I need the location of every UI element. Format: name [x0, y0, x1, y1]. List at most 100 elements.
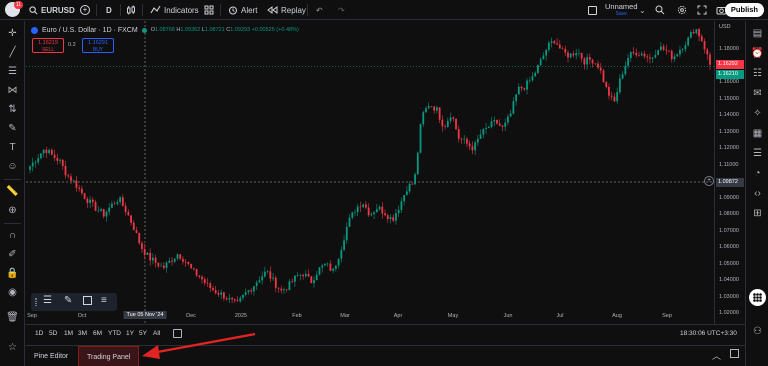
candle-body [285, 289, 288, 291]
settings-button[interactable] [677, 3, 687, 17]
candle-body [277, 287, 280, 289]
candle-body [520, 86, 523, 89]
fib-button[interactable]: ≡ [101, 295, 107, 306]
candle-body [466, 138, 468, 144]
candle-body [370, 214, 373, 216]
magnet-tool[interactable]: ∩ [5, 229, 20, 243]
timeframe-button[interactable]: 1M [64, 330, 73, 337]
candle-body [411, 183, 414, 185]
candle-body [386, 215, 389, 220]
candle-body [507, 116, 509, 123]
publish-button[interactable]: Publish [724, 3, 764, 17]
candle-body [198, 275, 201, 277]
candle-body [542, 55, 545, 60]
candle-body [214, 290, 217, 294]
quick-search-button[interactable] [655, 3, 665, 17]
candle-body [228, 297, 231, 300]
alerts-panel-button[interactable]: ⏰ [750, 47, 765, 61]
sell-button[interactable]: 1.16219 SELL [32, 38, 64, 53]
crosshair-tool[interactable]: ✛ [5, 27, 20, 41]
candle-body [244, 292, 247, 295]
panel-maximize-button[interactable] [730, 349, 739, 358]
candle-body [143, 249, 146, 256]
drag-handle[interactable] [35, 298, 37, 306]
ideas-button[interactable]: ✧ [750, 107, 765, 121]
pattern-tool[interactable]: ⋈ [5, 84, 20, 98]
tab-pine-editor[interactable]: Pine Editor [26, 346, 76, 366]
candle-body [255, 282, 258, 287]
candle-body [64, 165, 67, 176]
rectangle-button[interactable] [83, 296, 92, 308]
candle-body [537, 65, 539, 73]
undo-button[interactable]: ↶ [316, 3, 323, 17]
panel-expand-button[interactable]: ︿ [712, 349, 721, 362]
indicators-icon [150, 5, 161, 14]
timeframe-button[interactable]: 1D [35, 330, 43, 337]
fib-tool[interactable]: ☰ [5, 65, 20, 79]
screener-button[interactable]: ⊞ [750, 207, 765, 221]
timeframe-button[interactable]: 6M [93, 330, 102, 337]
help-button[interactable]: ⚇ [750, 325, 765, 339]
line-tool-button[interactable]: ☰ [43, 295, 52, 306]
timeframe-button[interactable]: 5D [49, 330, 57, 337]
tab-trading-panel[interactable]: Trading Panel [78, 346, 140, 366]
fullscreen-button[interactable] [697, 3, 707, 17]
measure-tool[interactable]: 📏 [5, 185, 20, 199]
timeframe-button[interactable]: 1Y [126, 330, 134, 337]
replay-button[interactable]: Replay [267, 3, 306, 17]
zoom-in-tool[interactable]: ⊕ [5, 204, 20, 218]
candle-body [624, 65, 627, 75]
stay-in-drawing-mode-tool[interactable]: ✐ [5, 248, 20, 262]
price-chart[interactable] [26, 21, 714, 324]
add-alert-plus-icon[interactable]: + [704, 176, 714, 186]
indicators-button[interactable]: Indicators [150, 3, 199, 17]
layout-name-button[interactable]: Unnamed Save [605, 2, 638, 17]
object-tree-button[interactable]: ☷ [750, 67, 765, 81]
search-icon [655, 5, 665, 15]
brush-button[interactable]: ✎ [64, 295, 72, 306]
gear-icon [677, 5, 687, 15]
compare-symbol-button[interactable]: + [80, 3, 90, 17]
candle-body [94, 202, 97, 211]
interval-button[interactable]: D [106, 3, 112, 17]
favorites-tool[interactable]: ☆ [5, 341, 20, 355]
layout-toggle-button[interactable] [588, 3, 597, 17]
candle-body [515, 94, 518, 102]
chart-type-button[interactable] [126, 3, 136, 17]
text-tool[interactable]: T [5, 141, 20, 155]
timeframe-button[interactable]: YTD [108, 330, 121, 337]
candle-body [487, 126, 490, 128]
trend-line-tool[interactable]: ╱ [5, 46, 20, 60]
templates-button[interactable] [204, 3, 214, 17]
symbol-search-button[interactable]: EURUSD [29, 3, 75, 17]
icon-tool[interactable]: ☺ [5, 160, 20, 174]
lock-drawings-tool[interactable]: 🔒 [5, 267, 20, 281]
price-tick-label: 1.16000 [719, 79, 739, 85]
watchlist-button[interactable]: ▤ [750, 27, 765, 41]
products-button[interactable] [749, 289, 766, 306]
calendar-panel-button[interactable]: ▦ [750, 127, 765, 141]
chats-button[interactable]: ✉ [750, 87, 765, 101]
timeframe-button[interactable]: 3M [78, 330, 87, 337]
clock-timezone[interactable]: 18:30:06 UTC+3:30 [680, 330, 737, 337]
alert-button[interactable]: Alert [228, 3, 257, 17]
buy-button[interactable]: 1.16291 BUY [82, 38, 114, 53]
price-tick-label: 1.11000 [719, 161, 739, 168]
redo-button[interactable]: ↷ [338, 3, 345, 17]
price-axis[interactable]: USD 1.180001.170001.160001.150001.140001… [714, 21, 744, 324]
news-button[interactable]: ☰ [750, 147, 765, 161]
candle-body [313, 280, 315, 284]
layout-menu-button[interactable]: ⌄ [639, 3, 646, 17]
notifications-button[interactable]: ◔ [750, 167, 765, 181]
redo-icon: ↷ [338, 5, 345, 15]
projection-tool[interactable]: ⇅ [5, 103, 20, 117]
hide-drawings-tool[interactable]: ◉ [5, 286, 20, 300]
smiley-icon: ☺ [7, 161, 18, 172]
remove-drawings-tool[interactable]: 🗑 [5, 311, 20, 325]
candle-body [83, 193, 86, 199]
pine-scripts-button[interactable]: ‹› [750, 187, 765, 201]
brush-tool[interactable]: ✎ [5, 122, 20, 136]
candle-body [389, 217, 392, 220]
candle-body [56, 157, 59, 161]
candle-body [321, 265, 324, 268]
